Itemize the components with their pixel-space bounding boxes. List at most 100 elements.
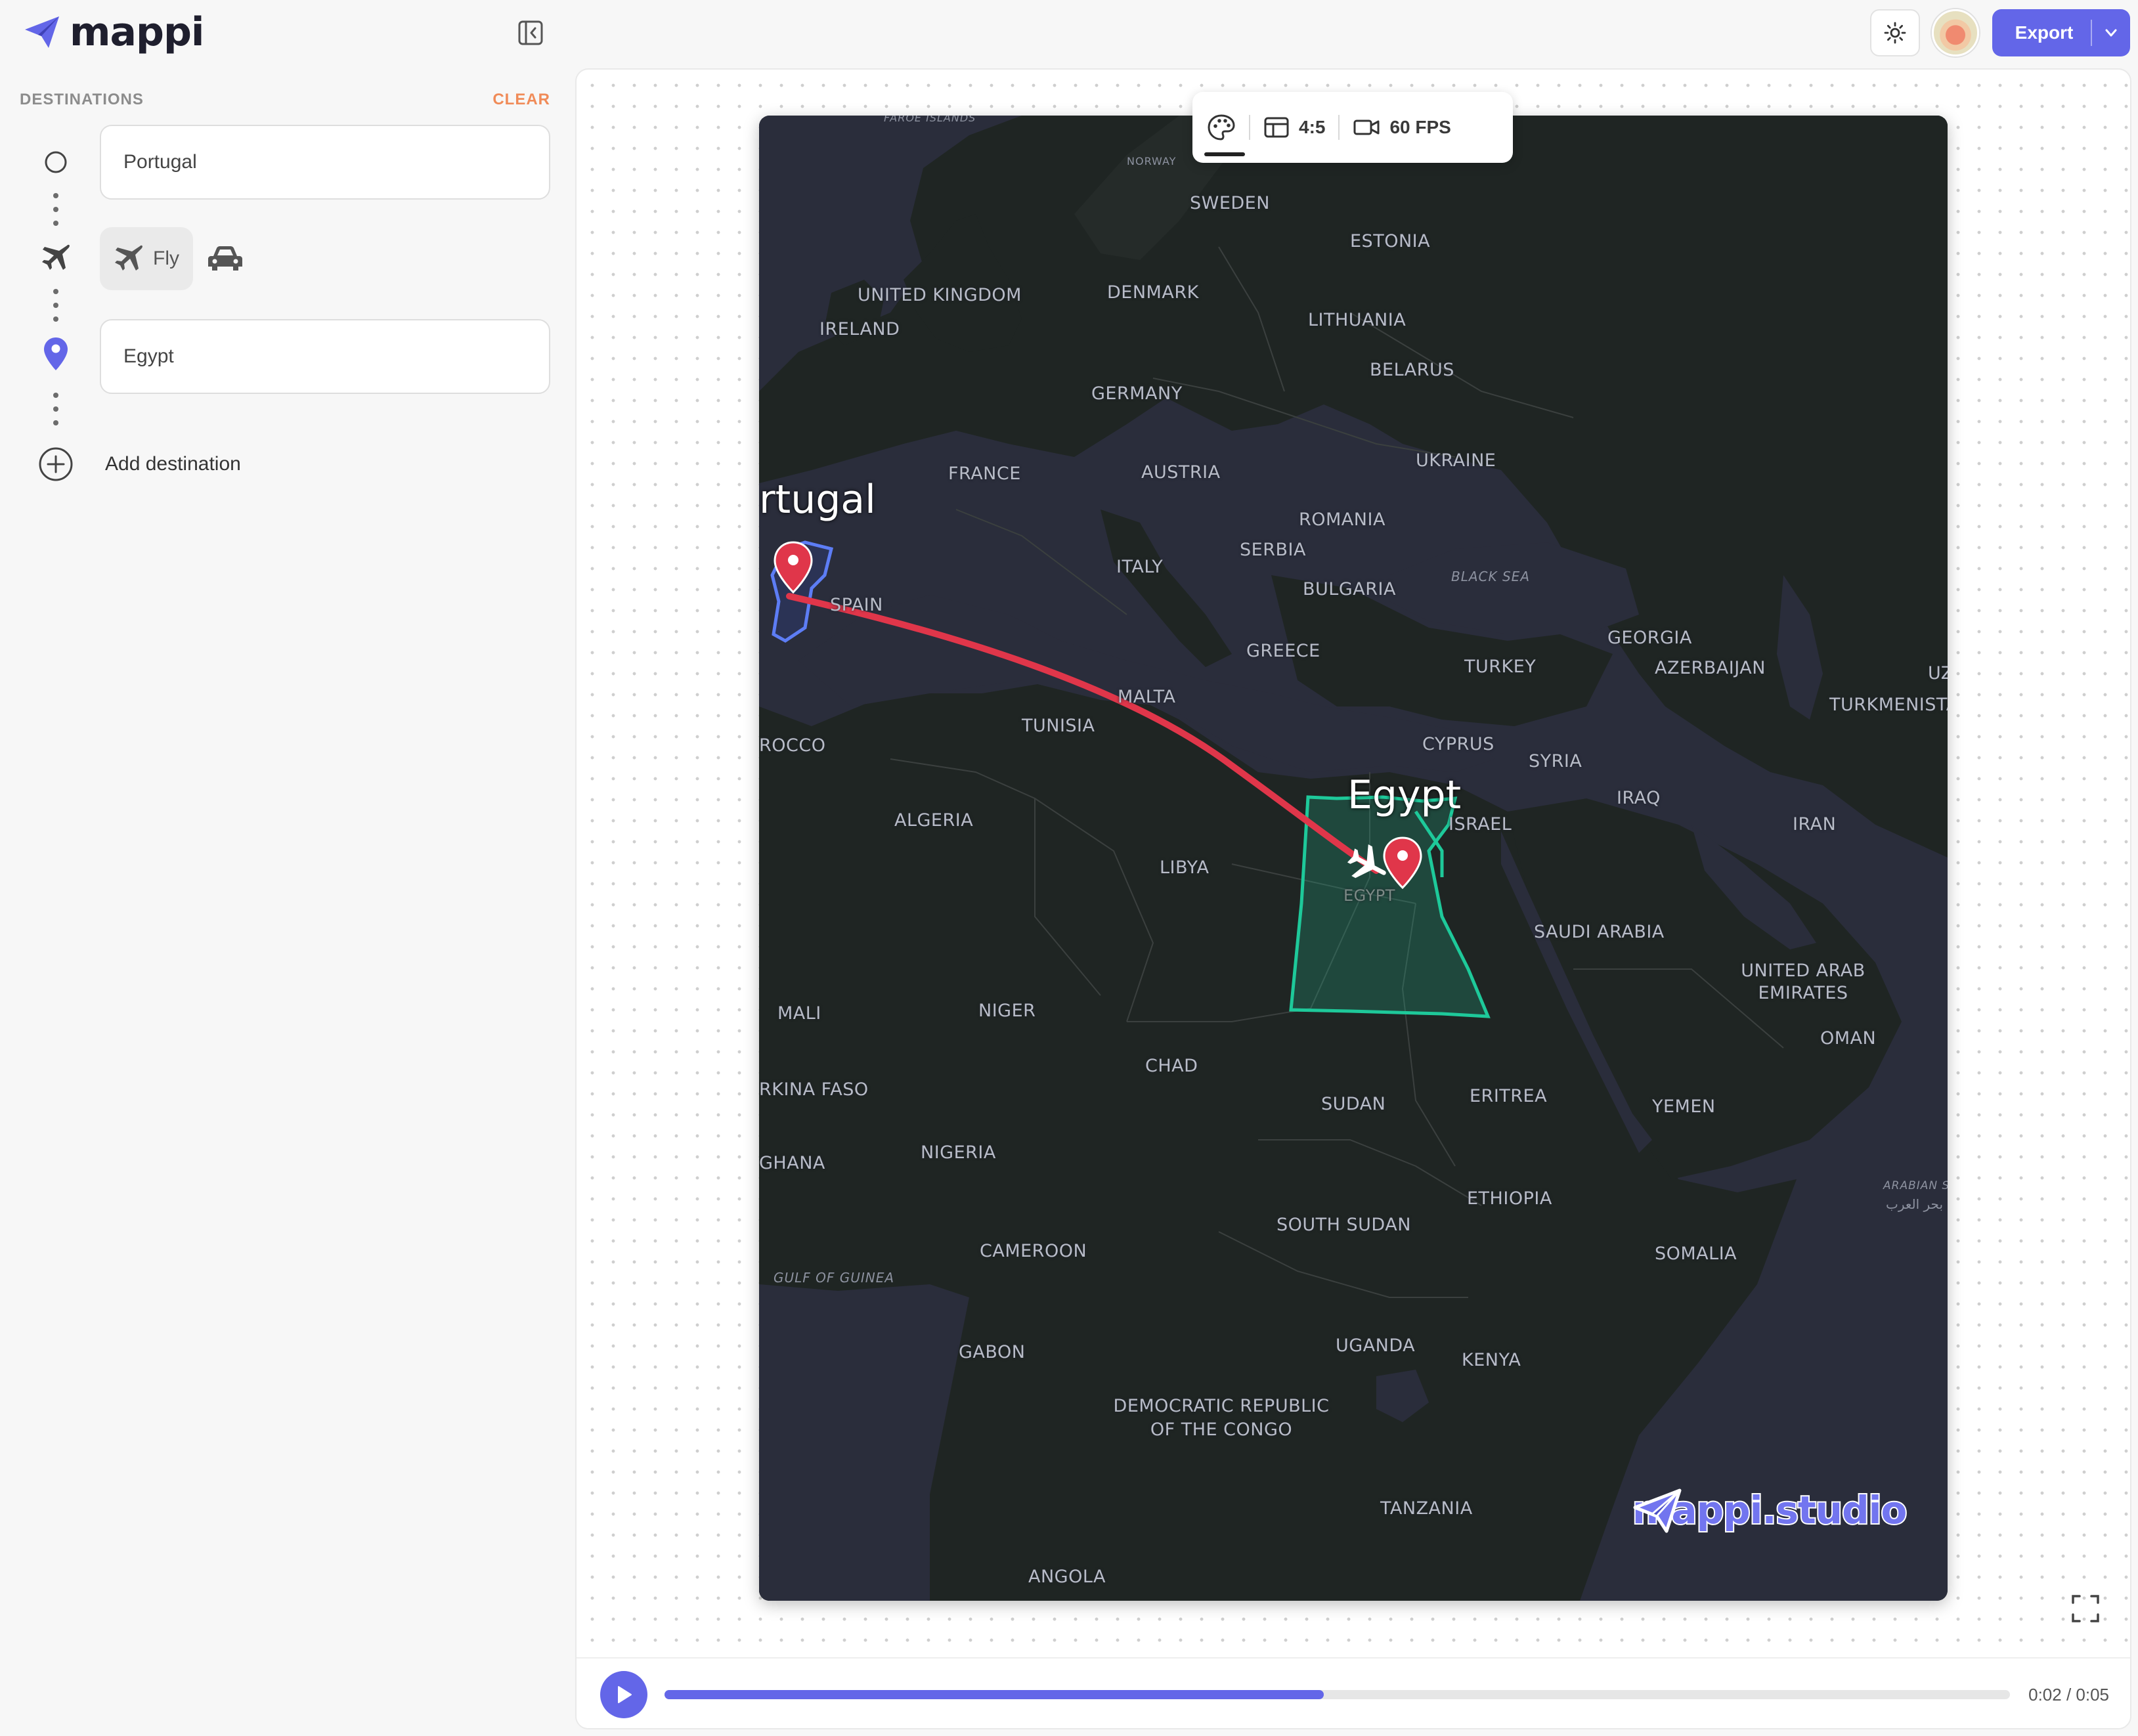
collapse-sidebar-button[interactable] xyxy=(516,18,545,47)
map-label: SWEDEN xyxy=(1190,193,1270,213)
map-label: TURKMENISTA xyxy=(1829,695,1948,715)
route-connector xyxy=(53,289,59,322)
aspect-ratio-label: 4:5 xyxy=(1299,117,1326,137)
destination-map-label: Egypt xyxy=(1347,772,1462,818)
map-label: EGYPT xyxy=(1343,886,1395,905)
progress-track[interactable] xyxy=(665,1690,2011,1699)
map-label: SPAIN xyxy=(830,595,883,615)
layout-icon xyxy=(1264,117,1289,138)
palette-icon xyxy=(1208,114,1235,141)
map-label: SYRIA xyxy=(1529,751,1582,771)
map-preview[interactable]: FAROE ISLANDS NORWAY SWEDEN ESTONIA UNIT… xyxy=(759,116,1948,1601)
preview-canvas: FAROE ISLANDS NORWAY SWEDEN ESTONIA UNIT… xyxy=(575,68,2131,1729)
add-destination-button[interactable]: Add destination xyxy=(38,446,241,482)
origin-marker xyxy=(38,144,74,180)
map-label: BULGARIA xyxy=(1303,579,1396,599)
map-label: AUSTRIA xyxy=(1141,462,1221,483)
theme-toggle-button[interactable] xyxy=(1870,9,1920,56)
map-label: NORWAY xyxy=(1127,155,1177,167)
map-label: SOUTH SUDAN xyxy=(1276,1215,1411,1235)
app-name: mappi xyxy=(70,9,204,55)
map-label: YEMEN xyxy=(1652,1096,1716,1117)
map-label: ERITREA xyxy=(1470,1086,1548,1106)
map-label: ROCCO xyxy=(759,735,826,756)
fullscreen-button[interactable] xyxy=(2067,1590,2104,1627)
map-label: MALI xyxy=(777,1003,821,1024)
map-label: NIGER xyxy=(978,1001,1036,1021)
destination-input[interactable] xyxy=(100,319,550,394)
map-label: CYPRUS xyxy=(1422,734,1494,754)
map-label: NIGERIA xyxy=(921,1142,996,1163)
map-label: TUNISIA xyxy=(1022,716,1095,736)
playback-bar: 0:02 / 0:05 xyxy=(577,1657,2130,1728)
map-label: DEMOCRATIC REPUBLIC OF THE CONGO xyxy=(1113,1396,1330,1440)
time-readout: 0:02 / 0:05 xyxy=(2028,1685,2109,1705)
map-label: GHANA xyxy=(759,1153,825,1173)
map-label: AZERBAIJAN xyxy=(1655,658,1766,678)
map-label: UNITED KINGDOM xyxy=(858,285,1022,305)
map-label: ITALY xyxy=(1116,557,1164,577)
map-label: FRANCE xyxy=(948,464,1021,484)
user-avatar[interactable] xyxy=(1932,9,1979,56)
chevron-down-icon xyxy=(2105,29,2117,37)
route-connector xyxy=(53,193,59,226)
airplane-icon xyxy=(42,244,70,270)
car-icon xyxy=(208,246,242,271)
fly-mode-button[interactable]: Fly xyxy=(100,227,193,290)
toolbar-divider xyxy=(1338,115,1340,140)
fps-button[interactable]: 60 FPS xyxy=(1353,117,1451,138)
map-label: SOMALIA xyxy=(1655,1244,1737,1264)
sidebar-collapse-icon xyxy=(518,20,543,45)
map-label: ROMANIA xyxy=(1299,510,1385,530)
add-destination-label: Add destination xyxy=(105,453,241,475)
toolbar-divider xyxy=(1249,115,1250,140)
fps-label: 60 FPS xyxy=(1389,117,1451,137)
map-label: DENMARK xyxy=(1107,282,1199,303)
origin-input[interactable] xyxy=(100,125,550,200)
airplane-icon xyxy=(115,245,142,271)
map-label: FAROE ISLANDS xyxy=(884,116,976,124)
play-icon xyxy=(618,1686,632,1703)
destinations-header: DESTINATIONS CLEAR xyxy=(20,91,550,109)
plus-circle-icon xyxy=(39,447,73,481)
travel-mode-selector: Fly xyxy=(100,227,248,290)
map-label: LIBYA xyxy=(1160,857,1210,878)
play-button[interactable] xyxy=(600,1671,647,1718)
sun-icon xyxy=(1884,22,1906,44)
time-separator: / xyxy=(2061,1684,2076,1704)
map-label: TURKEY xyxy=(1464,657,1537,677)
map-label: SUDAN xyxy=(1321,1094,1386,1114)
fly-mode-marker xyxy=(38,240,74,276)
watermark: mappi.studio xyxy=(1631,1486,1908,1534)
map-label: IRAQ xyxy=(1617,788,1661,808)
export-options-dropdown[interactable] xyxy=(2092,24,2130,41)
map-label: ETHIOPIA xyxy=(1467,1188,1552,1209)
clear-button[interactable]: CLEAR xyxy=(492,91,550,109)
total-time: 0:05 xyxy=(2076,1684,2109,1704)
style-button[interactable] xyxy=(1204,113,1245,156)
map-label: ALGERIA xyxy=(894,810,974,831)
map-label: CAMEROON xyxy=(980,1241,1087,1261)
map-label: BELARUS xyxy=(1370,360,1454,380)
progress-fill xyxy=(665,1690,1324,1699)
route-connector xyxy=(53,393,59,425)
export-button[interactable]: Export xyxy=(1992,9,2130,56)
map-label: TANZANIA xyxy=(1380,1498,1473,1519)
map-label: GERMANY xyxy=(1091,383,1183,404)
aspect-ratio-button[interactable]: 4:5 xyxy=(1263,116,1325,139)
map-label: UZ xyxy=(1928,663,1948,684)
map-label: KENYA xyxy=(1462,1350,1521,1370)
app-logo[interactable]: mappi xyxy=(24,9,204,55)
map-pin-icon xyxy=(44,337,68,370)
sea-label: GULF OF GUINEA xyxy=(774,1270,895,1286)
paper-plane-icon xyxy=(25,16,59,48)
fly-mode-label: Fly xyxy=(153,248,179,269)
map-label: GREECE xyxy=(1246,641,1320,661)
sea-label: بحر العرب xyxy=(1886,1196,1944,1212)
active-tab-indicator xyxy=(1204,152,1245,156)
video-camera-icon xyxy=(1353,119,1380,135)
car-mode-button[interactable] xyxy=(202,236,248,282)
map-label: UGANDA xyxy=(1336,1335,1416,1356)
sea-label: BLACK SEA xyxy=(1451,569,1530,584)
map-label: MALTA xyxy=(1118,687,1176,707)
